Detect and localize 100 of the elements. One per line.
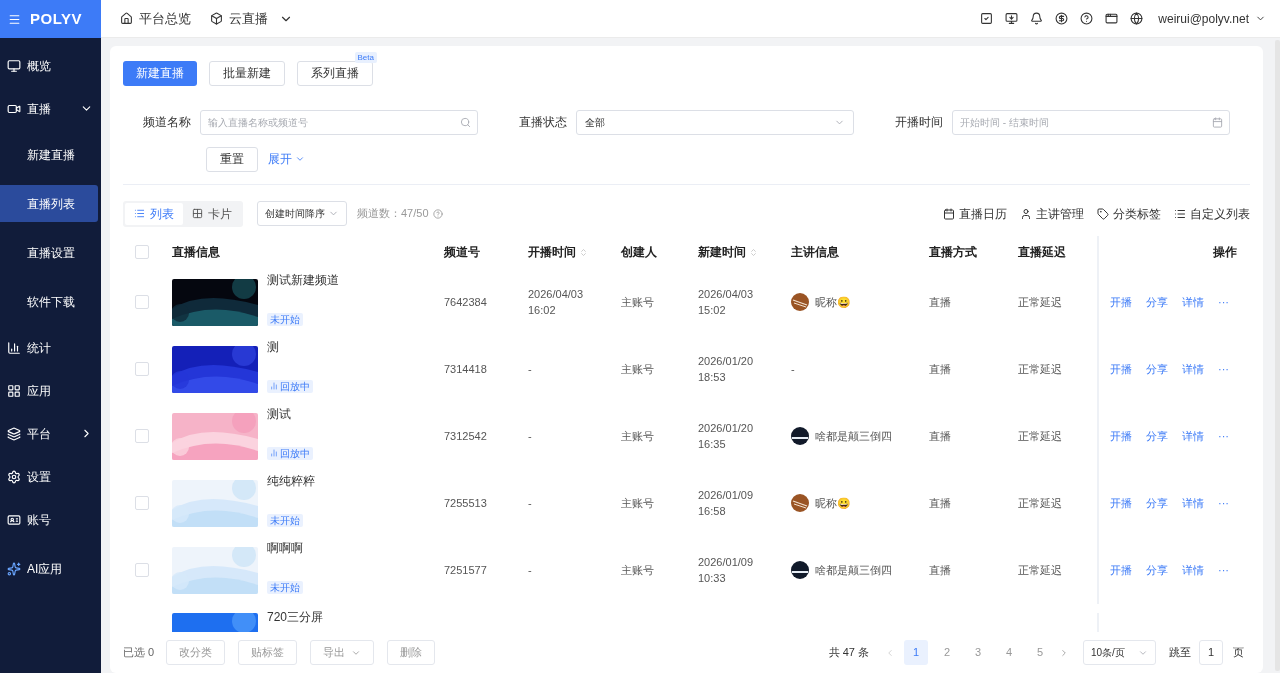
channel-title[interactable]: 啊啊啊 bbox=[267, 540, 303, 555]
row-action-link[interactable]: 分享 bbox=[1146, 427, 1168, 445]
channel-title[interactable]: 测试 bbox=[267, 406, 313, 421]
sidebar-subitem[interactable]: 新建直播 bbox=[0, 136, 98, 173]
table-cell-text: 昵称😀 bbox=[815, 294, 851, 310]
sidebar-item[interactable]: 统计 bbox=[0, 326, 101, 369]
page-button[interactable]: 1 bbox=[904, 640, 928, 665]
channel-title[interactable]: 纯纯粹粹 bbox=[267, 473, 315, 488]
sidebar-item[interactable]: 账号 bbox=[0, 498, 101, 541]
apps-icon bbox=[7, 383, 21, 398]
channel-title[interactable]: 720三分屏 bbox=[267, 609, 324, 624]
row-action-link[interactable]: 详情 bbox=[1182, 427, 1204, 445]
next-page-icon[interactable] bbox=[1059, 647, 1069, 658]
date-range-field[interactable]: 开始时间 - 结束时间 bbox=[952, 109, 1230, 135]
page-size-select[interactable]: 10条/页 bbox=[1083, 640, 1156, 665]
status-text: 未开始 bbox=[270, 312, 300, 326]
sidebar-item[interactable]: 应用 bbox=[0, 369, 101, 412]
table-cell-text: - bbox=[528, 428, 533, 444]
column-header: 直播信息 bbox=[172, 244, 220, 261]
prev-page-icon[interactable] bbox=[885, 647, 895, 658]
table-cell-text: - bbox=[791, 361, 795, 377]
code-window-icon[interactable] bbox=[1105, 12, 1119, 25]
expand-link[interactable]: 展开 bbox=[268, 150, 305, 168]
coin-icon[interactable] bbox=[1055, 12, 1069, 25]
table-cell-text: - bbox=[528, 562, 533, 578]
table-cell-text: 2026/01/09 bbox=[698, 554, 755, 570]
page-unit: 页 bbox=[1233, 645, 1244, 661]
user-menu[interactable]: weirui@polyv.net bbox=[1158, 9, 1266, 28]
column-header: 创建人 bbox=[621, 244, 657, 261]
action-button[interactable]: 新建直播 bbox=[123, 60, 197, 86]
row-action-link[interactable]: ··· bbox=[1218, 494, 1229, 512]
download-icon[interactable] bbox=[1005, 12, 1019, 25]
row-action-link[interactable]: 开播 bbox=[1110, 427, 1132, 445]
action-button[interactable]: 系列直播 bbox=[297, 60, 373, 86]
table-cell: 正常延迟 bbox=[1018, 362, 1062, 375]
row-action-link[interactable]: 分享 bbox=[1146, 494, 1168, 512]
status-text: 回放中 bbox=[280, 379, 310, 393]
sidebar-item[interactable]: 平台 bbox=[0, 412, 101, 455]
task-icon[interactable] bbox=[980, 12, 994, 25]
row-action-link[interactable]: 开播 bbox=[1110, 494, 1132, 512]
channel-title[interactable]: 测 bbox=[267, 339, 313, 354]
tool-link[interactable]: 主讲管理 bbox=[1020, 204, 1084, 223]
tool-link[interactable]: 自定义列表 bbox=[1174, 204, 1250, 223]
id-card-icon bbox=[7, 512, 21, 527]
selected-count: 已选 0 bbox=[123, 645, 155, 661]
status-text: 回放中 bbox=[280, 446, 310, 460]
table-cell: 主账号 bbox=[621, 563, 654, 576]
row-action-link[interactable]: 开播 bbox=[1110, 360, 1132, 378]
row-action-link[interactable]: 详情 bbox=[1182, 293, 1204, 311]
column-header[interactable]: 新建时间 bbox=[698, 243, 758, 261]
help-icon[interactable] bbox=[1080, 12, 1094, 25]
row-action-link[interactable]: 详情 bbox=[1182, 360, 1204, 378]
sidebar-subitem[interactable]: 软件下载 bbox=[0, 283, 98, 320]
sort-select[interactable]: 创建时间降序 bbox=[257, 201, 347, 226]
sidebar-item[interactable]: 概览 bbox=[0, 44, 101, 87]
column-header: 直播方式 bbox=[929, 244, 977, 261]
row-action-link[interactable]: 分享 bbox=[1146, 360, 1168, 378]
sidebar-subitem[interactable]: 直播列表 bbox=[0, 185, 98, 222]
checkbox[interactable] bbox=[135, 563, 149, 577]
sidebar-subitem[interactable]: 直播设置 bbox=[0, 234, 98, 271]
nav-link[interactable]: 云直播 bbox=[210, 8, 293, 29]
filter-label: 频道名称 bbox=[142, 114, 192, 131]
logo: POLYV bbox=[30, 8, 82, 29]
checkbox[interactable] bbox=[135, 429, 149, 443]
row-action-link[interactable]: 分享 bbox=[1146, 561, 1168, 579]
row-action-link[interactable]: 分享 bbox=[1146, 293, 1168, 311]
channel-title[interactable]: 测试新建频道 bbox=[267, 272, 339, 287]
page-input[interactable]: 1 bbox=[1199, 640, 1223, 665]
cube-icon bbox=[210, 12, 223, 25]
sidebar-item[interactable]: 直播 bbox=[0, 87, 101, 130]
checkbox[interactable] bbox=[135, 362, 149, 376]
sparkle-icon bbox=[7, 561, 21, 576]
sidebar-item[interactable]: AI应用 bbox=[0, 547, 101, 590]
checkbox[interactable] bbox=[135, 496, 149, 510]
checkbox[interactable] bbox=[135, 245, 149, 259]
row-action-link[interactable]: ··· bbox=[1218, 293, 1229, 311]
tool-link[interactable]: 直播日历 bbox=[943, 204, 1007, 223]
tool-link[interactable]: 分类标签 bbox=[1097, 204, 1161, 223]
menu-icon[interactable] bbox=[8, 12, 21, 26]
row-action-link[interactable]: 详情 bbox=[1182, 561, 1204, 579]
status-select[interactable]: 全部 bbox=[576, 109, 854, 135]
globe-icon[interactable] bbox=[1130, 12, 1144, 25]
reset-button[interactable]: 重置 bbox=[206, 146, 258, 172]
bell-icon[interactable] bbox=[1030, 12, 1044, 25]
view-tab[interactable]: 列表 bbox=[125, 202, 183, 225]
checkbox[interactable] bbox=[135, 295, 149, 309]
row-action-link[interactable]: 开播 bbox=[1110, 293, 1132, 311]
action-button[interactable]: 批量新建 bbox=[209, 60, 285, 86]
row-action-link[interactable]: 详情 bbox=[1182, 494, 1204, 512]
column-header[interactable]: 开播时间 bbox=[528, 243, 588, 261]
table-cell: 直播 bbox=[929, 295, 951, 308]
sidebar-item[interactable]: 设置 bbox=[0, 455, 101, 498]
row-action-link[interactable]: ··· bbox=[1218, 561, 1229, 579]
nav-link[interactable]: 平台总览 bbox=[120, 8, 191, 29]
search-field[interactable]: 输入直播名称或频道号 bbox=[200, 109, 478, 135]
view-tab[interactable]: 卡片 bbox=[183, 202, 241, 225]
list-icon bbox=[1174, 207, 1186, 220]
row-action-link[interactable]: ··· bbox=[1218, 427, 1229, 445]
row-action-link[interactable]: ··· bbox=[1218, 360, 1229, 378]
row-action-link[interactable]: 开播 bbox=[1110, 561, 1132, 579]
